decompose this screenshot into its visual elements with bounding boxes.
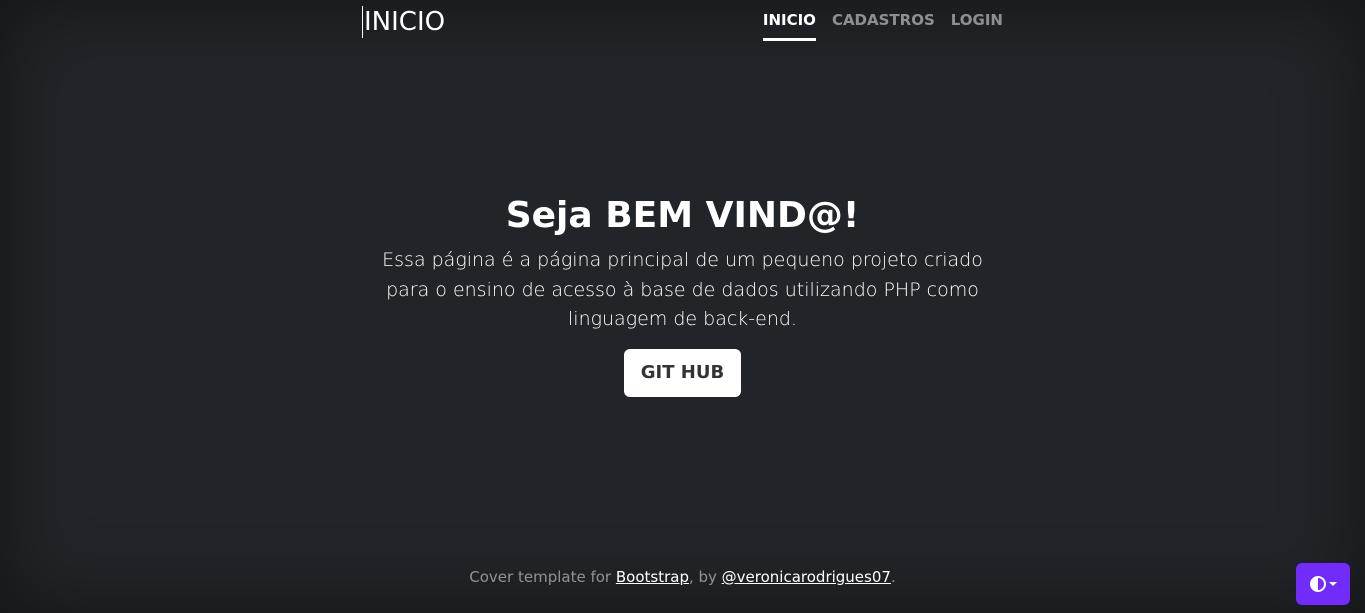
github-button[interactable]: GIT HUB — [623, 348, 742, 397]
footer-middle: , by — [688, 568, 722, 586]
main-nav: INICIO CADASTROS LOGIN — [762, 10, 1003, 41]
bootstrap-link[interactable]: Bootstrap — [616, 568, 689, 586]
circle-half-icon — [1309, 576, 1326, 592]
footer-suffix: . — [890, 568, 896, 586]
nav-item-inicio[interactable]: INICIO — [762, 10, 816, 41]
brand-title[interactable]: INICIO — [362, 6, 445, 38]
hero-description: Essa página é a página principal de um p… — [382, 249, 983, 330]
theme-toggle-button[interactable] — [1296, 563, 1350, 605]
hero-section: Seja BEM VIND@! Essa página é a página p… — [0, 192, 1365, 397]
hero-title: Seja BEM VIND@! — [505, 195, 860, 236]
footer-prefix: Cover template for — [469, 568, 616, 586]
nav-item-login[interactable]: LOGIN — [951, 10, 1003, 41]
chevron-down-icon — [1328, 582, 1337, 586]
author-link[interactable]: @veronicarodrigues07 — [722, 568, 891, 586]
footer: Cover template for Bootstrap, by @veroni… — [0, 566, 1365, 588]
nav-item-cadastros[interactable]: CADASTROS — [832, 10, 935, 41]
header: INICIO INICIO CADASTROS LOGIN — [362, 0, 1003, 48]
